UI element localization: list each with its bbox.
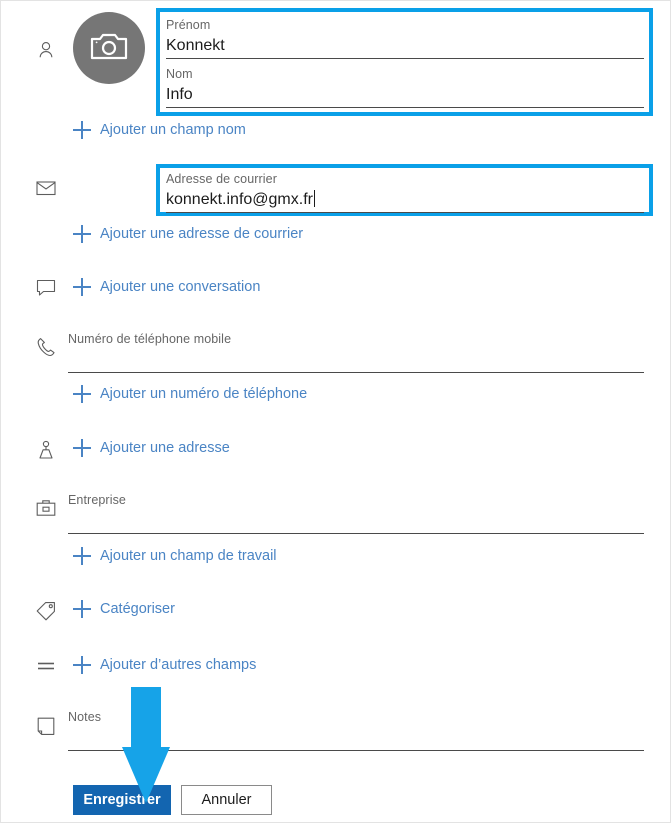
add-address-link[interactable]: Ajouter une adresse xyxy=(73,439,230,457)
email-field[interactable]: Adresse de courrier konnekt.info@gmx.fr xyxy=(166,171,644,213)
mobile-phone-underline xyxy=(68,372,644,373)
categorize-link[interactable]: Catégoriser xyxy=(73,600,175,618)
company-value xyxy=(68,508,644,533)
company-label: Entreprise xyxy=(68,493,126,507)
add-email-label: Ajouter une adresse de courrier xyxy=(100,226,304,242)
cancel-button-label: Annuler xyxy=(201,792,252,808)
mobile-phone-value xyxy=(68,347,644,372)
cancel-button[interactable]: Annuler xyxy=(181,785,272,815)
save-button-label: Enregistrer xyxy=(83,792,161,808)
email-value-wrap: konnekt.info@gmx.fr xyxy=(166,187,644,212)
person-icon xyxy=(34,38,58,62)
plus-icon xyxy=(73,547,91,565)
email-label: Adresse de courrier xyxy=(166,172,277,186)
add-name-field-label: Ajouter un champ nom xyxy=(100,122,246,138)
notes-underline xyxy=(68,750,644,751)
last-name-value: Info xyxy=(166,86,193,103)
plus-icon xyxy=(73,385,91,403)
chat-bubble-icon xyxy=(34,276,58,300)
add-phone-label: Ajouter un numéro de téléphone xyxy=(100,386,308,402)
add-phone-link[interactable]: Ajouter un numéro de téléphone xyxy=(73,385,307,403)
list-lines-icon xyxy=(34,654,58,678)
plus-icon xyxy=(73,439,91,457)
camera-icon xyxy=(90,30,128,67)
email-value: konnekt.info@gmx.fr xyxy=(166,191,313,208)
text-caret xyxy=(313,190,315,207)
contact-editor-page: Prénom Konnekt Nom Info Ajouter un champ… xyxy=(0,0,671,823)
email-underline xyxy=(166,212,644,213)
add-email-link[interactable]: Ajouter une adresse de courrier xyxy=(73,225,303,243)
mobile-phone-field[interactable]: Numéro de téléphone mobile xyxy=(68,331,644,373)
add-address-label: Ajouter une adresse xyxy=(100,440,230,456)
first-name-value: Konnekt xyxy=(166,37,225,54)
add-chat-link[interactable]: Ajouter une conversation xyxy=(73,278,260,296)
last-name-underline xyxy=(166,107,644,108)
phone-icon xyxy=(34,335,58,359)
save-button[interactable]: Enregistrer xyxy=(73,785,171,815)
first-name-field[interactable]: Prénom Konnekt xyxy=(166,17,644,59)
notes-field[interactable]: Notes xyxy=(68,709,644,751)
note-icon xyxy=(34,714,58,738)
add-chat-label: Ajouter une conversation xyxy=(100,279,261,295)
categorize-label: Catégoriser xyxy=(100,601,175,617)
avatar-photo-button[interactable] xyxy=(73,12,145,84)
add-work-field-label: Ajouter un champ de travail xyxy=(100,548,277,564)
plus-icon xyxy=(73,600,91,618)
add-other-fields-label: Ajouter d’autres champs xyxy=(100,657,257,673)
last-name-field[interactable]: Nom Info xyxy=(166,66,644,108)
mobile-phone-label: Numéro de téléphone mobile xyxy=(68,332,232,346)
notes-value xyxy=(68,725,644,750)
add-other-fields-link[interactable]: Ajouter d’autres champs xyxy=(73,656,256,674)
add-name-field-link[interactable]: Ajouter un champ nom xyxy=(73,121,246,139)
first-name-label: Prénom xyxy=(166,18,211,32)
tag-icon xyxy=(34,599,58,623)
envelope-icon xyxy=(34,176,58,200)
company-underline xyxy=(68,533,644,534)
plus-icon xyxy=(73,121,91,139)
plus-icon xyxy=(73,225,91,243)
first-name-underline xyxy=(166,58,644,59)
plus-icon xyxy=(73,656,91,674)
company-field[interactable]: Entreprise xyxy=(68,492,644,534)
briefcase-icon xyxy=(34,496,58,520)
last-name-label: Nom xyxy=(166,67,193,81)
plus-icon xyxy=(73,278,91,296)
add-work-field-link[interactable]: Ajouter un champ de travail xyxy=(73,547,277,565)
map-pin-icon xyxy=(34,438,58,462)
notes-label: Notes xyxy=(68,710,102,724)
